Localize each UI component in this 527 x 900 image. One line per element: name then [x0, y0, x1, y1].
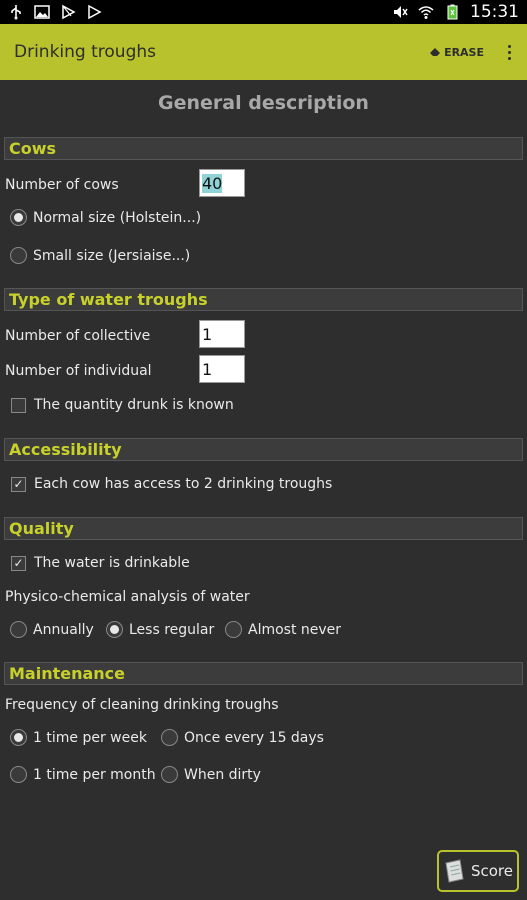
radio-indicator: [225, 621, 242, 638]
checkbox-quantity-known[interactable]: The quantity drunk is known: [11, 397, 234, 413]
erase-button[interactable]: ERASE: [429, 46, 484, 59]
radio-almost-never-label: Almost never: [248, 621, 342, 638]
checkmark-icon: ✓: [11, 555, 26, 571]
radio-indicator: [161, 766, 178, 783]
radio-once-per-month-label: 1 time per month: [33, 766, 156, 783]
checkbox-quantity-known-label: The quantity drunk is known: [34, 397, 234, 413]
radio-once-per-week-label: 1 time per week: [33, 729, 147, 746]
checkbox-water-drinkable[interactable]: ✓ The water is drinkable: [11, 555, 190, 571]
section-header-maintenance: Maintenance: [4, 662, 523, 685]
radio-almost-never[interactable]: Almost never: [225, 621, 341, 638]
radio-when-dirty[interactable]: When dirty: [161, 766, 261, 783]
action-bar: Drinking troughs ERASE: [0, 24, 527, 80]
radio-normal-size[interactable]: Normal size (Holstein...): [10, 209, 201, 226]
number-of-collective-label: Number of collective: [5, 328, 151, 344]
section-header-cows: Cows: [4, 137, 523, 160]
score-label: Score: [470, 862, 513, 880]
image-icon: [34, 5, 50, 19]
usb-icon: [11, 5, 21, 20]
radio-small-size[interactable]: Small size (Jersiaise...): [10, 247, 190, 264]
radio-every-15-days[interactable]: Once every 15 days: [161, 729, 324, 746]
eraser-icon: [430, 48, 441, 56]
status-icons-left: [8, 4, 102, 20]
checkbox-indicator: [11, 397, 26, 413]
checkmark-icon: ✓: [11, 476, 26, 492]
radio-indicator: [10, 766, 27, 783]
clock: 15:31: [470, 2, 519, 22]
number-of-cows-label: Number of cows: [5, 177, 119, 193]
number-of-individual-label: Number of individual: [5, 363, 152, 379]
wifi-icon: [418, 6, 434, 19]
frequency-label: Frequency of cleaning drinking troughs: [5, 697, 279, 713]
section-header-water-troughs: Type of water troughs: [4, 288, 523, 311]
radio-indicator: [10, 621, 27, 638]
notepad-icon: [445, 859, 464, 883]
number-of-collective-input[interactable]: 1: [199, 320, 245, 348]
radio-normal-size-label: Normal size (Holstein...): [33, 209, 202, 226]
status-icons-right: 15:31: [392, 2, 519, 22]
section-header-accessibility: Accessibility: [4, 438, 523, 461]
number-of-cows-input[interactable]: 40: [199, 169, 245, 197]
status-bar: 15:31: [0, 0, 527, 24]
radio-indicator: [10, 209, 27, 226]
radio-once-per-week[interactable]: 1 time per week: [10, 729, 147, 746]
erase-label: ERASE: [444, 45, 484, 59]
mute-icon: [394, 6, 408, 18]
radio-indicator: [10, 729, 27, 746]
page-title: General description: [158, 92, 369, 114]
number-of-individual-input[interactable]: 1: [199, 355, 245, 383]
radio-annually[interactable]: Annually: [10, 621, 94, 638]
action-bar-actions: ERASE: [429, 44, 513, 60]
radio-small-size-label: Small size (Jersiaise...): [33, 247, 191, 264]
radio-indicator: [106, 621, 123, 638]
radio-indicator: [10, 247, 27, 264]
radio-once-per-month[interactable]: 1 time per month: [10, 766, 156, 783]
section-header-quality: Quality: [4, 517, 523, 540]
radio-indicator: [161, 729, 178, 746]
radio-when-dirty-label: When dirty: [184, 766, 261, 783]
overflow-menu-icon[interactable]: [506, 44, 513, 60]
checkbox-access-two-troughs[interactable]: ✓ Each cow has access to 2 drinking trou…: [11, 476, 332, 492]
radio-less-regular-label: Less regular: [129, 621, 215, 638]
play-store-icon: [62, 4, 76, 20]
radio-every-15-days-label: Once every 15 days: [184, 729, 324, 746]
app-title: Drinking troughs: [14, 42, 156, 62]
battery-icon: [447, 4, 458, 20]
checkbox-access-label: Each cow has access to 2 drinking trough…: [34, 476, 333, 492]
score-button[interactable]: Score: [437, 850, 519, 892]
radio-less-regular[interactable]: Less regular: [106, 621, 214, 638]
checkbox-drinkable-label: The water is drinkable: [34, 555, 190, 571]
radio-annually-label: Annually: [33, 621, 94, 638]
play-icon: [88, 4, 102, 20]
analysis-label: Physico-chemical analysis of water: [5, 589, 250, 605]
